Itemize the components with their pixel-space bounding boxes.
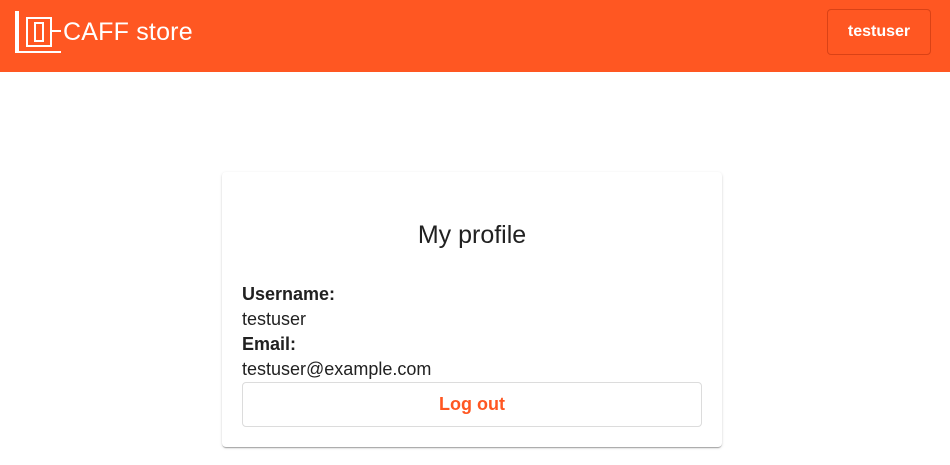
brand-link[interactable]: CAFF store [14,11,193,53]
email-value: testuser@example.com [242,359,432,379]
username-value: testuser [242,309,307,329]
profile-card: My profile Username: testuser Email: tes… [222,172,722,447]
brand-title: CAFF store [63,17,193,46]
page-title: My profile [417,221,527,249]
app-bar: CAFF store testuser [0,0,950,72]
logout-button[interactable]: Log out [242,382,702,427]
user-menu-button[interactable]: testuser [827,9,931,55]
username-label: Username: [242,284,336,304]
caff-logo-icon [15,11,61,53]
email-label: Email: [242,334,297,354]
